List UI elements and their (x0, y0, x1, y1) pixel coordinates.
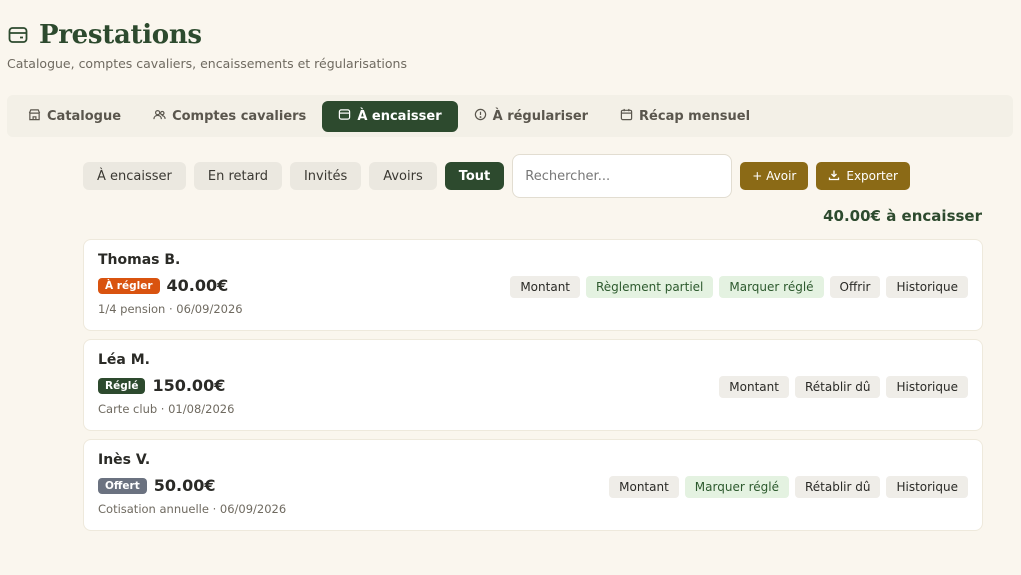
tab-a-regulariser[interactable]: À régulariser (458, 101, 604, 132)
page-subtitle: Catalogue, comptes cavaliers, encaisseme… (7, 56, 407, 71)
status-badge: Offert (98, 477, 147, 494)
montant-button[interactable]: Montant (719, 376, 789, 398)
filter-chip-tout[interactable]: Tout (444, 162, 505, 190)
filter-chip-avoirs[interactable]: Avoirs (369, 162, 437, 190)
status-badge: À régler (98, 277, 160, 294)
clock-icon (474, 108, 487, 125)
rider-name: Thomas B. (98, 252, 181, 268)
tab-a-encaisser[interactable]: À encaisser (322, 100, 458, 132)
payment-card: Léa M. Réglé 150.00€ Carte club · 01/08/… (83, 339, 983, 431)
page-title: Prestations (39, 20, 202, 50)
status-badge: Réglé (98, 377, 146, 394)
historique-button[interactable]: Historique (886, 376, 968, 398)
amount-value: 50.00€ (153, 476, 216, 495)
tab-label: Comptes cavaliers (172, 108, 307, 124)
download-icon (828, 169, 840, 184)
retablir-du-button[interactable]: Rétablir dû (794, 376, 881, 398)
filter-chip-en-retard[interactable]: En retard (193, 162, 282, 190)
users-icon (153, 108, 166, 125)
store-icon (28, 108, 41, 125)
tab-recap-mensuel[interactable]: Récap mensuel (604, 101, 766, 132)
amount-value: 40.00€ (166, 276, 229, 295)
payment-card: Inès V. Offert 50.00€ Cotisation annuell… (83, 439, 983, 531)
tab-label: Catalogue (47, 108, 122, 124)
item-meta: 1/4 pension · 06/09/2026 (98, 302, 243, 316)
amount-value: 150.00€ (152, 376, 226, 395)
payment-card: Thomas B. À régler 40.00€ 1/4 pension · … (83, 239, 983, 331)
item-meta: Cotisation annuelle · 06/09/2026 (98, 502, 287, 516)
rider-name: Léa M. (98, 352, 150, 368)
tab-bar: Catalogue Comptes cavaliers À encaisser … (7, 95, 1013, 137)
marquer-regle-button[interactable]: Marquer réglé (684, 476, 789, 498)
tab-label: À régulariser (492, 108, 589, 124)
marquer-regle-button[interactable]: Marquer réglé (719, 276, 824, 298)
tab-comptes-cavaliers[interactable]: Comptes cavaliers (137, 101, 322, 132)
card-actions: Montant Rétablir dû Historique (719, 376, 968, 398)
item-meta: Carte club · 01/08/2026 (98, 402, 235, 416)
total-to-collect: 40.00€ à encaisser (823, 207, 982, 225)
search-input[interactable] (512, 154, 733, 198)
historique-button[interactable]: Historique (886, 276, 968, 298)
offrir-button[interactable]: Offrir (829, 276, 881, 298)
add-credit-button[interactable]: + Avoir (740, 162, 809, 190)
export-label: Exporter (846, 169, 898, 183)
wallet-icon (338, 108, 351, 125)
retablir-du-button[interactable]: Rétablir dû (794, 476, 881, 498)
historique-button[interactable]: Historique (886, 476, 968, 498)
rider-name: Inès V. (98, 452, 151, 468)
page-header: Prestations Catalogue, comptes cavaliers… (7, 20, 407, 71)
tab-catalogue[interactable]: Catalogue (12, 101, 137, 132)
filter-chip-a-encaisser[interactable]: À encaisser (83, 162, 186, 190)
reglement-partiel-button[interactable]: Règlement partiel (586, 276, 714, 298)
calendar-icon (620, 108, 633, 125)
filter-chip-invites[interactable]: Invités (289, 162, 362, 190)
tab-label: Récap mensuel (639, 108, 751, 124)
montant-button[interactable]: Montant (510, 276, 580, 298)
export-button[interactable]: Exporter (816, 162, 910, 190)
card-actions: Montant Marquer réglé Rétablir dû Historiqu… (609, 476, 968, 498)
wallet-icon (7, 24, 29, 46)
card-actions: Montant Règlement partiel Marquer réglé Off… (510, 276, 968, 298)
title-row: Prestations (7, 20, 407, 50)
payment-list: Thomas B. À régler 40.00€ 1/4 pension · … (83, 239, 983, 539)
filter-bar: À encaisser En retard Invités Avoirs Tou… (83, 154, 918, 198)
montant-button[interactable]: Montant (609, 476, 679, 498)
tab-label: À encaisser (357, 108, 442, 124)
